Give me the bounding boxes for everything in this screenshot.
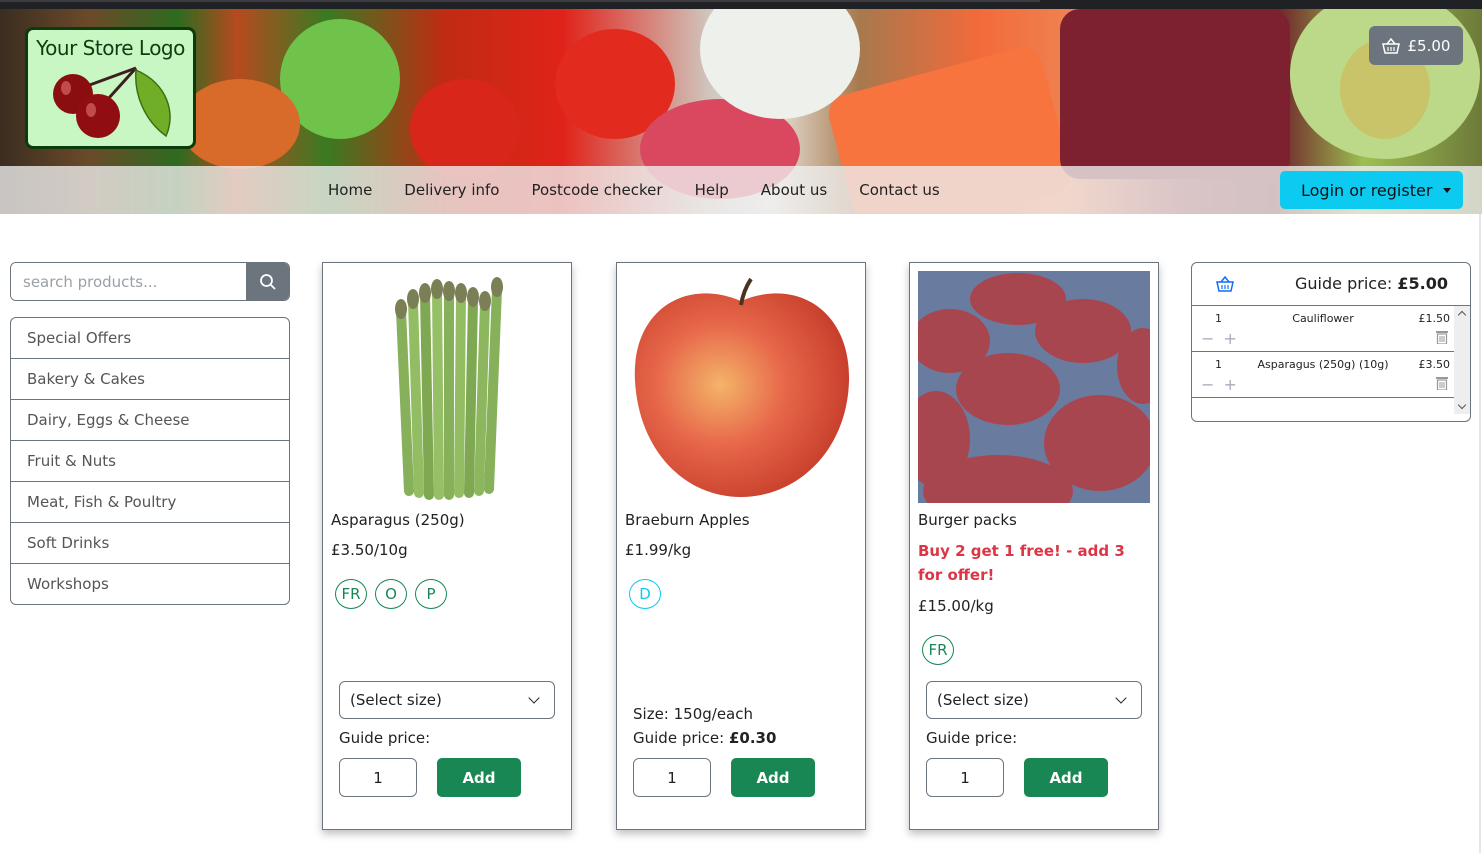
scroll-down-icon[interactable] [1457, 400, 1467, 410]
product-price: £1.99/kg [625, 541, 692, 559]
login-register-dropdown[interactable]: Login or register [1280, 171, 1463, 209]
size-select[interactable]: (Select size) [339, 681, 555, 719]
product-badges: FR [922, 635, 954, 665]
category-soft-drinks[interactable]: Soft Drinks [11, 523, 289, 564]
nav-delivery-info[interactable]: Delivery info [404, 181, 499, 199]
category-dairy-eggs-cheese[interactable]: Dairy, Eggs & Cheese [11, 400, 289, 441]
product-badges: FR O P [335, 579, 447, 609]
basket-panel: Guide price: £5.00 Cauliflower 1 £1.50 −… [1191, 262, 1471, 422]
basket-total: £5.00 [1397, 274, 1448, 293]
special-offer-text: Buy 2 get 1 free! - add 3 for offer! [918, 542, 1125, 584]
product-search [10, 262, 290, 301]
search-input[interactable] [11, 263, 246, 300]
trash-icon[interactable] [1436, 330, 1448, 344]
basket-guide-price: Guide price: £5.00 [1295, 274, 1448, 293]
nav-about-us[interactable]: About us [761, 181, 827, 199]
product-name[interactable]: Braeburn Apples [625, 511, 750, 529]
logo-text: Your Store Logo [36, 36, 185, 60]
chevron-down-icon [528, 692, 540, 704]
product-card-burger-packs: Burger packs Buy 2 get 1 free! - add 3 f… [909, 262, 1159, 830]
category-bakery-cakes[interactable]: Bakery & Cakes [11, 359, 289, 400]
product-price: £3.50/10g [331, 541, 408, 559]
size-select-value: (Select size) [937, 691, 1029, 709]
caret-down-icon [1443, 188, 1451, 193]
nav-help[interactable]: Help [695, 181, 729, 199]
cherry-icon [53, 66, 171, 138]
guide-price: Guide price: £0.30 [633, 729, 776, 747]
category-workshops[interactable]: Workshops [11, 564, 289, 604]
steak-shape [1060, 9, 1290, 179]
badge-o: O [375, 579, 407, 609]
badge-d: D [629, 579, 661, 609]
size-select[interactable]: (Select size) [926, 681, 1142, 719]
product-card-asparagus: Asparagus (250g) £3.50/10g FR O P (Selec… [322, 262, 572, 830]
nav-contact-us[interactable]: Contact us [859, 181, 939, 199]
tab-strip [0, 0, 1040, 2]
quantity-input[interactable] [926, 758, 1004, 797]
trash-icon[interactable] [1436, 376, 1448, 390]
browser-top-bar [0, 0, 1482, 9]
size-text: Size: 150g/each [633, 705, 753, 723]
category-list: Special Offers Bakery & Cakes Dairy, Egg… [10, 317, 290, 605]
product-image-burgers[interactable] [918, 271, 1150, 503]
basket-item: Cauliflower 1 £1.50 − + [1192, 306, 1454, 352]
nav-home[interactable]: Home [328, 181, 372, 199]
basket-scrollbar[interactable] [1454, 306, 1470, 414]
add-button[interactable]: Add [437, 758, 521, 797]
basket-item-price: £3.50 [1418, 358, 1451, 371]
product-card-braeburn-apples: Braeburn Apples £1.99/kg D Size: 150g/ea… [616, 262, 866, 830]
login-label: Login or register [1301, 180, 1433, 200]
guide-price-label: Guide price: [633, 729, 725, 747]
scroll-up-icon[interactable] [1457, 310, 1467, 320]
carrot-shape [180, 79, 300, 169]
cart-total: £5.00 [1407, 36, 1451, 55]
guide-price: Guide price: [339, 729, 431, 747]
product-name[interactable]: Asparagus (250g) [331, 511, 465, 529]
basket-header: Guide price: £5.00 [1192, 263, 1470, 306]
basket-item-price: £1.50 [1418, 312, 1451, 325]
add-button[interactable]: Add [731, 758, 815, 797]
category-meat-fish-poultry[interactable]: Meat, Fish & Poultry [11, 482, 289, 523]
size-select-value: (Select size) [350, 691, 442, 709]
page-scrollbar-track[interactable] [1479, 214, 1481, 853]
cart-button[interactable]: £5.00 [1369, 26, 1463, 65]
basket-item-name: Cauliflower [1292, 312, 1354, 325]
product-image-asparagus[interactable] [331, 271, 563, 503]
add-button[interactable]: Add [1024, 758, 1108, 797]
search-icon [259, 273, 276, 290]
product-badges: D [629, 579, 661, 609]
category-special-offers[interactable]: Special Offers [11, 318, 289, 359]
basket-items: Cauliflower 1 £1.50 − + Asparagus (250g)… [1192, 306, 1454, 398]
qty-decrease-increase[interactable]: − + [1201, 329, 1239, 348]
category-fruit-nuts[interactable]: Fruit & Nuts [11, 441, 289, 482]
basket-item-qty: 1 [1215, 312, 1222, 325]
guide-price-value: £0.30 [728, 729, 777, 747]
nav-postcode-checker[interactable]: Postcode checker [531, 181, 662, 199]
basket-icon[interactable] [1216, 276, 1234, 292]
tomato-shape [410, 79, 520, 179]
chevron-down-icon [1115, 692, 1127, 704]
quantity-input[interactable] [339, 758, 417, 797]
basket-guide-label: Guide price: [1295, 274, 1393, 293]
badge-fr: FR [335, 579, 367, 609]
badge-p: P [415, 579, 447, 609]
main-nav: Home Delivery info Postcode checker Help… [0, 166, 1482, 214]
badge-fr: FR [922, 635, 954, 665]
basket-icon [1381, 37, 1400, 54]
basket-item-name: Asparagus (250g) (10g) [1257, 358, 1389, 371]
basket-item: Asparagus (250g) (10g) 1 £3.50 − + [1192, 352, 1454, 398]
product-price: £15.00/kg [918, 597, 994, 615]
product-image-apple[interactable] [625, 271, 857, 503]
guide-price: Guide price: [926, 729, 1018, 747]
qty-decrease-increase[interactable]: − + [1201, 375, 1239, 394]
quantity-input[interactable] [633, 758, 711, 797]
product-name[interactable]: Burger packs [918, 511, 1017, 529]
basket-item-qty: 1 [1215, 358, 1222, 371]
store-logo[interactable]: Your Store Logo [25, 27, 196, 149]
search-button[interactable] [246, 263, 289, 300]
